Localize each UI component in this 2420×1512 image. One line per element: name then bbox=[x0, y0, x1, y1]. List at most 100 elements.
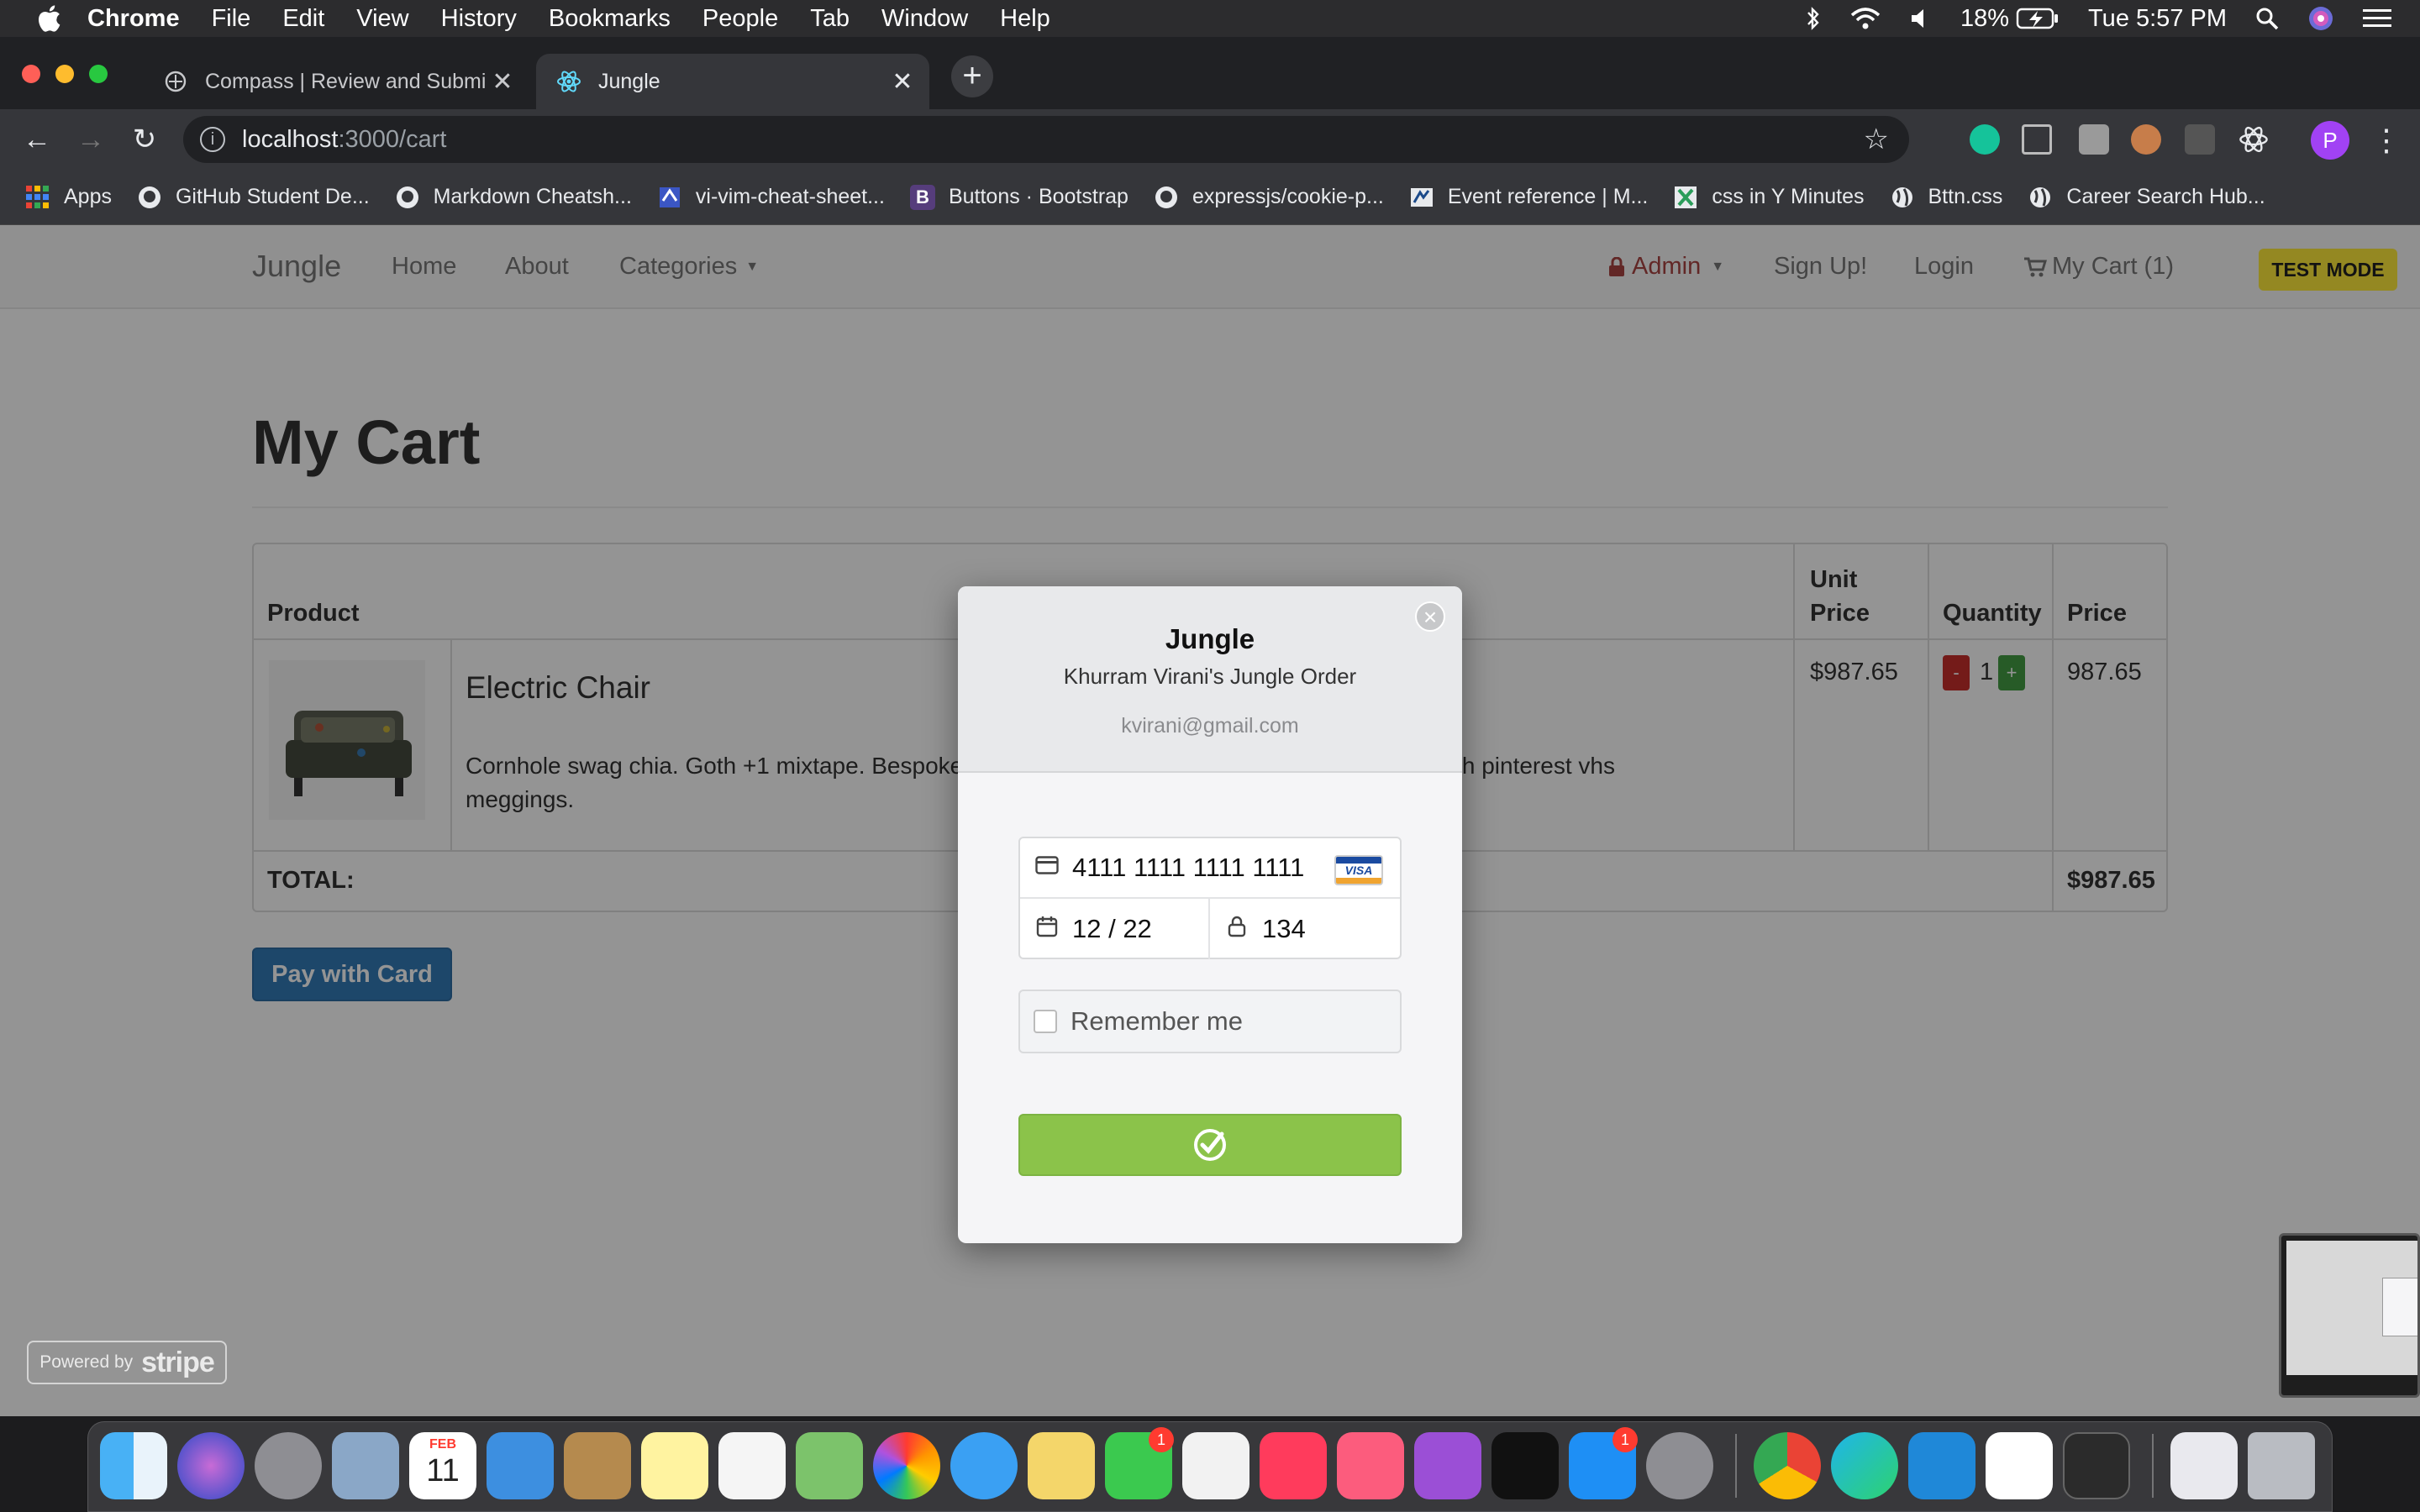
volume-icon[interactable] bbox=[1910, 8, 1932, 29]
keynote-icon[interactable] bbox=[487, 1432, 554, 1499]
downloads-stack-icon[interactable] bbox=[2170, 1432, 2238, 1499]
cvc-field[interactable]: 134 bbox=[1210, 899, 1400, 959]
bookmark-markdown-cheatsheet[interactable]: Markdown Cheatsh... bbox=[395, 185, 632, 210]
calendar-month: FEB bbox=[429, 1437, 456, 1452]
podcasts-icon[interactable] bbox=[1414, 1432, 1481, 1499]
menu-view[interactable]: View bbox=[356, 5, 408, 33]
bookmark-cookie-parser[interactable]: expressjs/cookie-p... bbox=[1154, 185, 1384, 210]
window-close-button[interactable] bbox=[22, 65, 40, 83]
visa-label: VISA bbox=[1344, 864, 1373, 877]
tab-title: Jungle bbox=[598, 69, 660, 93]
finder-icon[interactable] bbox=[100, 1432, 167, 1499]
menu-app-name[interactable]: Chrome bbox=[87, 5, 180, 33]
globe-icon bbox=[2028, 185, 2053, 210]
profile-avatar[interactable]: P bbox=[2311, 121, 2349, 160]
calendar-icon[interactable]: FEB 11 bbox=[409, 1432, 476, 1499]
news-icon[interactable] bbox=[1260, 1432, 1327, 1499]
modal-email[interactable]: kvirani@gmail.com bbox=[958, 714, 1462, 738]
chrome-menu-icon[interactable]: ⋮ bbox=[2371, 121, 2402, 160]
bookmark-bttn-css[interactable]: Bttn.css bbox=[1890, 185, 2002, 210]
tab-close-icon[interactable]: ✕ bbox=[886, 67, 919, 97]
bookmark-event-reference[interactable]: Event reference | M... bbox=[1409, 185, 1648, 210]
hotkey-extension-icon[interactable] bbox=[2079, 124, 2109, 155]
bookmark-career-search[interactable]: Career Search Hub... bbox=[2028, 185, 2265, 210]
apple-tv-icon[interactable] bbox=[1491, 1432, 1559, 1499]
menu-bookmarks[interactable]: Bookmarks bbox=[549, 5, 671, 33]
card-number-field[interactable]: 4111 1111 1111 1111 VISA bbox=[1020, 838, 1400, 899]
site-info-icon[interactable]: i bbox=[200, 127, 225, 152]
remember-me-checkbox[interactable] bbox=[1034, 1010, 1057, 1033]
reminders-icon[interactable] bbox=[718, 1432, 786, 1499]
menu-file[interactable]: File bbox=[212, 5, 251, 33]
menu-window[interactable]: Window bbox=[881, 5, 968, 33]
spotlight-search-icon[interactable] bbox=[2255, 7, 2279, 30]
terminal-icon[interactable] bbox=[2063, 1432, 2130, 1499]
new-tab-button[interactable]: + bbox=[951, 55, 993, 97]
battery-status[interactable]: 18% bbox=[1960, 5, 2060, 33]
chrome-icon[interactable] bbox=[1754, 1432, 1821, 1499]
bookmark-css-in-y-minutes[interactable]: css in Y Minutes bbox=[1673, 185, 1865, 210]
vscode-icon[interactable] bbox=[1908, 1432, 1975, 1499]
contacts-icon[interactable] bbox=[564, 1432, 631, 1499]
menu-clock[interactable]: Tue 5:57 PM bbox=[2088, 5, 2227, 33]
remember-me-option[interactable]: Remember me bbox=[1018, 990, 1402, 1053]
url-host: localhost bbox=[242, 125, 339, 153]
glasses-extension-icon[interactable] bbox=[2131, 124, 2161, 155]
react-devtools-icon[interactable] bbox=[2238, 124, 2269, 155]
tab-compass[interactable]: Compass | Review and Submit Ju ✕ bbox=[143, 54, 529, 109]
mail-bird-icon[interactable] bbox=[332, 1432, 399, 1499]
apple-menu-icon[interactable] bbox=[32, 4, 66, 33]
control-center-icon[interactable] bbox=[2363, 8, 2391, 29]
robot-extension-icon[interactable] bbox=[2185, 124, 2215, 155]
bookmark-label: vi-vim-cheat-sheet... bbox=[695, 185, 885, 208]
menu-history[interactable]: History bbox=[441, 5, 517, 33]
stripe-checkout-modal: × Jungle Khurram Virani's Jungle Order k… bbox=[958, 586, 1462, 1243]
bookmark-bootstrap-buttons[interactable]: B Buttons · Bootstrap bbox=[909, 184, 1128, 210]
window-minimize-button[interactable] bbox=[55, 65, 74, 83]
music-icon[interactable] bbox=[1337, 1432, 1404, 1499]
wifi-icon[interactable] bbox=[1849, 7, 1881, 30]
card-number-value: 4111 1111 1111 1111 bbox=[1072, 853, 1305, 882]
menu-help[interactable]: Help bbox=[1000, 5, 1050, 33]
bookmark-apps[interactable]: Apps bbox=[25, 185, 112, 210]
window-zoom-button[interactable] bbox=[89, 65, 108, 83]
menu-tab[interactable]: Tab bbox=[810, 5, 850, 33]
system-preferences-icon[interactable] bbox=[1646, 1432, 1713, 1499]
bookmark-star-icon[interactable]: ☆ bbox=[1864, 123, 1889, 156]
menu-edit[interactable]: Edit bbox=[282, 5, 324, 33]
powered-by-stripe-badge[interactable]: Powered by stripe bbox=[27, 1341, 227, 1384]
notes-icon[interactable] bbox=[641, 1432, 708, 1499]
powered-by-label: Powered by bbox=[39, 1352, 134, 1372]
bookmark-github-student[interactable]: GitHub Student De... bbox=[137, 185, 370, 210]
siri-icon[interactable] bbox=[2307, 5, 2334, 32]
tab-close-icon[interactable]: ✕ bbox=[486, 67, 519, 97]
bookmark-label: Apps bbox=[64, 185, 112, 208]
launchpad-icon[interactable] bbox=[255, 1432, 322, 1499]
apps-grid-icon bbox=[25, 185, 50, 210]
forward-arrow-icon[interactable]: → bbox=[72, 121, 109, 158]
slack-icon[interactable] bbox=[1986, 1432, 2053, 1499]
github-icon bbox=[395, 185, 420, 210]
menu-people[interactable]: People bbox=[702, 5, 778, 33]
address-bar[interactable]: i localhost:3000/cart ☆ bbox=[183, 116, 1909, 163]
submit-payment-button[interactable] bbox=[1018, 1114, 1402, 1176]
back-arrow-icon[interactable]: ← bbox=[18, 121, 55, 158]
reload-icon[interactable]: ↻ bbox=[126, 121, 163, 158]
bluetooth-icon[interactable] bbox=[1806, 6, 1821, 31]
expiry-field[interactable]: 12 / 22 bbox=[1020, 899, 1210, 959]
thumbnail-modal bbox=[2382, 1278, 2417, 1336]
pen-extension-icon[interactable] bbox=[2022, 124, 2052, 155]
messages-icon[interactable] bbox=[950, 1432, 1018, 1499]
dock-separator bbox=[1735, 1434, 1737, 1498]
photos-icon[interactable] bbox=[873, 1432, 940, 1499]
maps-icon[interactable] bbox=[796, 1432, 863, 1499]
screenshot-thumbnail-preview[interactable] bbox=[2279, 1233, 2420, 1398]
tab-jungle[interactable]: Jungle ✕ bbox=[536, 54, 929, 109]
trash-icon[interactable] bbox=[2248, 1432, 2315, 1499]
pages-icon[interactable] bbox=[1028, 1432, 1095, 1499]
edge-icon[interactable] bbox=[1831, 1432, 1898, 1499]
bookmark-vim-cheatsheet[interactable]: vi-vim-cheat-sheet... bbox=[657, 185, 885, 210]
numbers-icon[interactable] bbox=[1182, 1432, 1249, 1499]
grammarly-extension-icon[interactable] bbox=[1970, 124, 2000, 155]
siri-icon[interactable] bbox=[177, 1432, 245, 1499]
